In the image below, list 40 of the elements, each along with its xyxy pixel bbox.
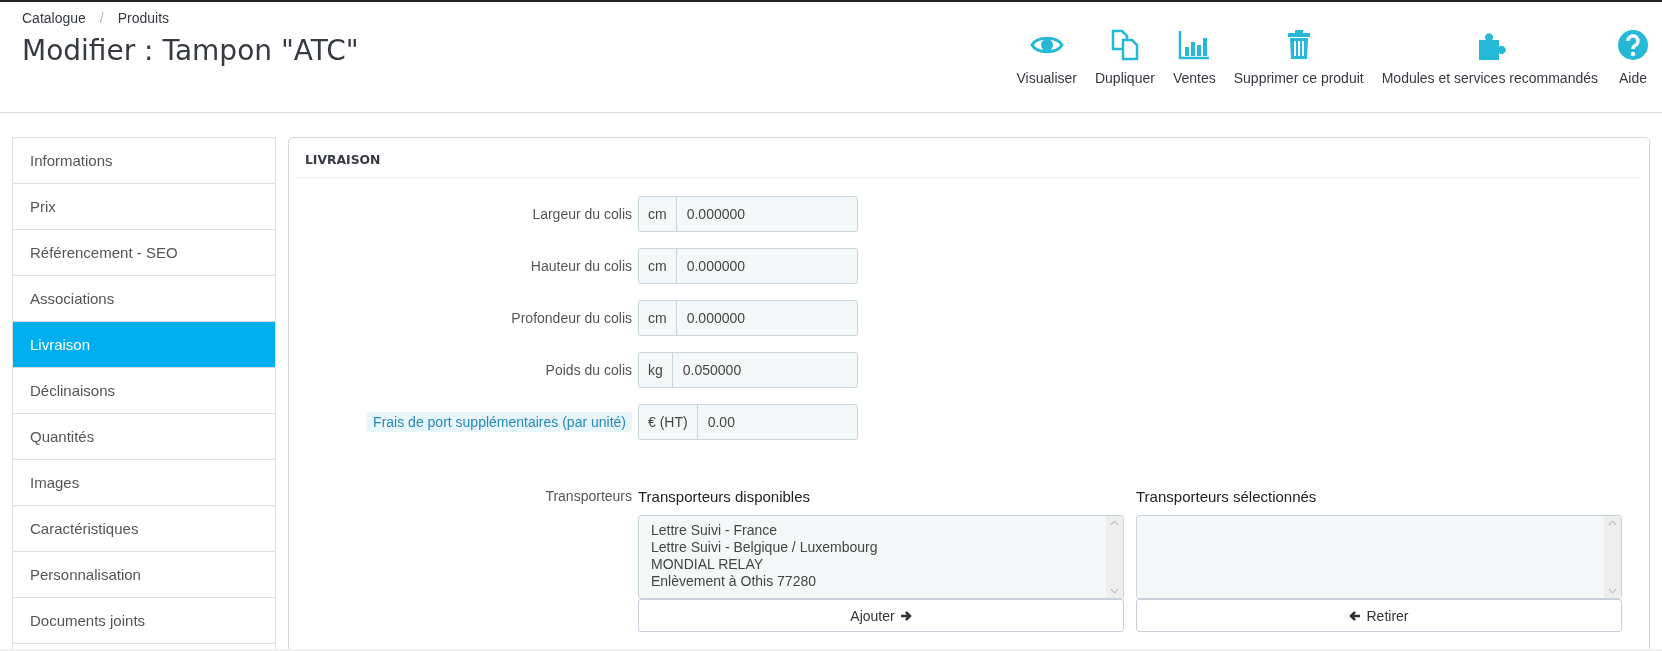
list-option[interactable]: Lettre Suivi - France bbox=[651, 522, 1094, 539]
arrow-right-icon bbox=[899, 609, 912, 622]
help-label: Frais de port supplémentaires (par unité) bbox=[367, 412, 632, 432]
bar-chart-icon bbox=[1177, 28, 1212, 62]
field-label: Hauteur du colis bbox=[530, 258, 632, 274]
list-heading: Transporteurs disponibles bbox=[638, 487, 812, 507]
list-heading: Transporteurs sélectionnés bbox=[1136, 487, 1318, 507]
add-button[interactable]: Ajouter bbox=[638, 599, 1124, 632]
page-title: Modifier : Tampon "ATC" bbox=[22, 34, 359, 67]
breadcrumb-separator: / bbox=[99, 10, 104, 26]
list-option[interactable]: Enlèvement à Othis 77280 bbox=[651, 573, 1094, 590]
field-label: Transporteurs bbox=[545, 488, 632, 504]
input-field[interactable]: € (HT) 0.00 bbox=[638, 404, 858, 440]
puzzle-button[interactable]: Modules et services recommandés bbox=[1381, 28, 1598, 112]
carrier-list[interactable]: Lettre Suivi - France Lettre Suivi - Belgique / Luxembourg MONDIAL RELAY Enlèvement à Othis 77280 bbox=[638, 515, 1124, 599]
list-option[interactable]: Lettre Suivi - Belgique / Luxembourg bbox=[651, 539, 1094, 556]
help-button[interactable]: Aide bbox=[1616, 28, 1650, 112]
field-label: Profondeur du colis bbox=[511, 310, 632, 326]
input-field[interactable]: kg 0.050000 bbox=[638, 352, 858, 388]
eye-button[interactable]: Visualiser bbox=[1016, 28, 1077, 112]
arrow-left-icon bbox=[1349, 609, 1362, 622]
trash-button[interactable]: Supprimer ce produit bbox=[1233, 28, 1364, 112]
duplicate-button[interactable]: Dupliquer bbox=[1094, 28, 1155, 112]
field-label: Largeur du colis bbox=[532, 206, 632, 222]
field-label: Poids du colis bbox=[545, 362, 632, 378]
chart-button[interactable]: Ventes bbox=[1172, 28, 1216, 112]
input-field[interactable]: cm 0.000000 bbox=[638, 248, 858, 284]
scroll-down-icon[interactable] bbox=[1110, 588, 1119, 594]
carrier-list[interactable] bbox=[1136, 515, 1622, 599]
breadcrumb-link[interactable]: Catalogue bbox=[22, 10, 86, 26]
remove-button[interactable]: Retirer bbox=[1136, 599, 1622, 632]
breadcrumb-link[interactable]: Produits bbox=[117, 10, 170, 26]
scroll-up-icon[interactable] bbox=[1608, 520, 1617, 526]
help-icon bbox=[1616, 28, 1650, 62]
scroll-down-icon[interactable] bbox=[1608, 588, 1617, 594]
panel-heading: LIVRAISON bbox=[305, 152, 381, 167]
scroll-up-icon[interactable] bbox=[1110, 520, 1119, 526]
list-option[interactable]: MONDIAL RELAY bbox=[651, 556, 1094, 573]
input-field[interactable]: cm 0.000000 bbox=[638, 196, 858, 232]
input-field[interactable]: cm 0.000000 bbox=[638, 300, 858, 336]
